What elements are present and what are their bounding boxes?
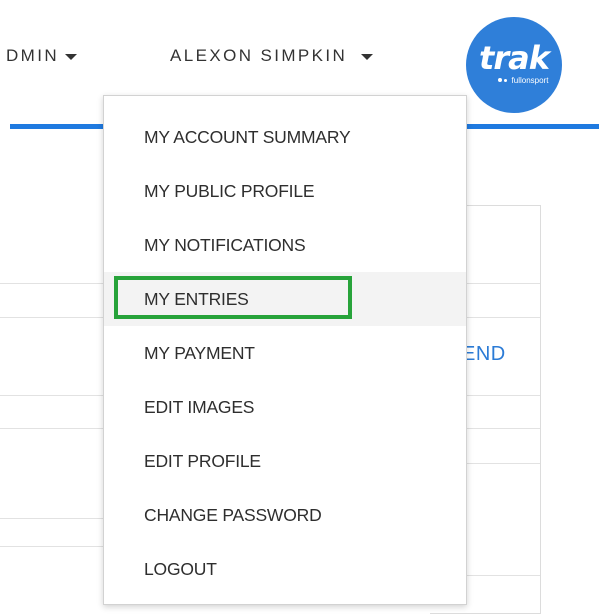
background-divider: [0, 395, 110, 396]
user-menu-label: ALEXON SIMPKIN: [170, 46, 348, 65]
background-divider: [0, 317, 110, 318]
menu-item-edit-images[interactable]: EDIT IMAGES: [104, 380, 466, 434]
menu-item-my-payment[interactable]: MY PAYMENT: [104, 326, 466, 380]
trak-logo[interactable]: trak fullonsport: [466, 17, 562, 113]
user-menu-toggle[interactable]: ALEXON SIMPKIN: [170, 46, 374, 66]
caret-down-icon: [361, 54, 374, 60]
highlight-box: [114, 276, 352, 319]
logo-subtitle-text: fullonsport: [511, 75, 549, 85]
menu-item-my-account-summary[interactable]: MY ACCOUNT SUMMARY: [104, 110, 466, 164]
admin-menu-toggle[interactable]: DMIN: [6, 46, 78, 66]
logo-wordmark: trak: [479, 38, 550, 77]
menu-item-change-password[interactable]: CHANGE PASSWORD: [104, 488, 466, 542]
menu-item-logout[interactable]: LOGOUT: [104, 542, 466, 596]
send-link[interactable]: END: [462, 343, 506, 366]
logo-dot-icon: [503, 78, 507, 82]
logo-dot-icon: [497, 78, 502, 82]
menu-item-edit-profile[interactable]: EDIT PROFILE: [104, 434, 466, 488]
user-dropdown-menu: MY ACCOUNT SUMMARY MY PUBLIC PROFILE MY …: [103, 95, 467, 605]
background-divider: [0, 283, 110, 284]
background-divider: [0, 428, 110, 429]
menu-item-my-notifications[interactable]: MY NOTIFICATIONS: [104, 218, 466, 272]
background-divider: [0, 546, 110, 547]
logo-subtitle: fullonsport: [497, 75, 549, 85]
menu-item-my-entries[interactable]: MY ENTRIES: [104, 272, 466, 326]
caret-down-icon: [65, 54, 78, 60]
menu-item-my-public-profile[interactable]: MY PUBLIC PROFILE: [104, 164, 466, 218]
admin-menu-label: DMIN: [6, 46, 60, 65]
background-divider: [0, 518, 110, 519]
